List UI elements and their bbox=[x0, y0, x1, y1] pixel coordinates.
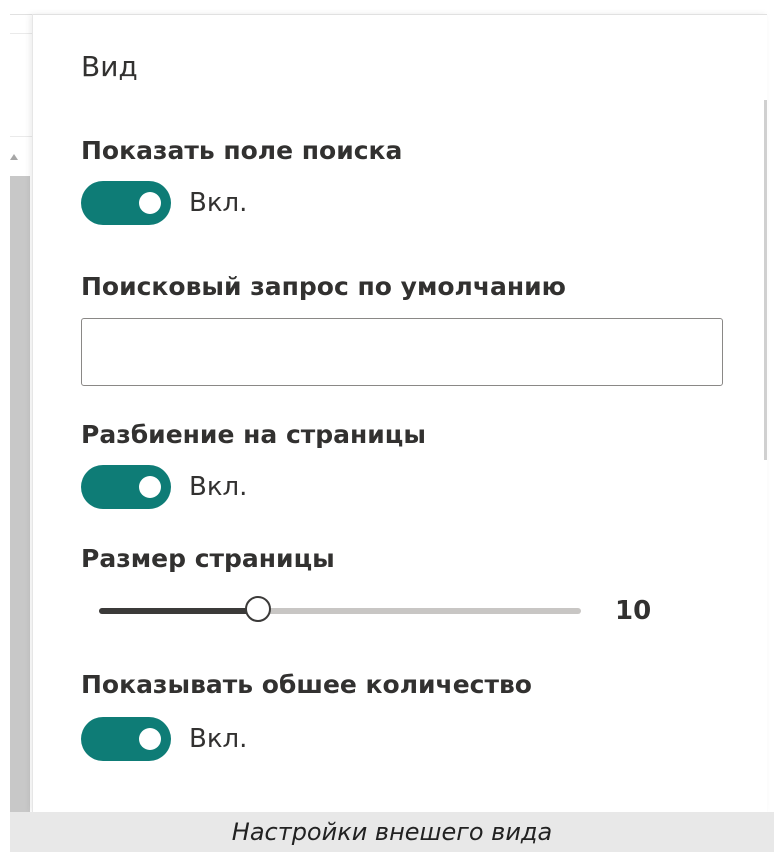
divider bbox=[10, 136, 32, 137]
page-size-slider[interactable] bbox=[99, 596, 581, 626]
show-total-toggle[interactable] bbox=[81, 717, 171, 761]
page-size-value: 10 bbox=[615, 596, 652, 626]
show-total-row: Вкл. bbox=[81, 716, 247, 762]
show-total-label: Показывать обшее количество bbox=[81, 670, 532, 699]
show-search-box-row: Вкл. bbox=[81, 180, 247, 226]
default-query-input[interactable] bbox=[81, 318, 723, 386]
toggle-knob bbox=[139, 192, 161, 214]
toggle-knob bbox=[139, 728, 161, 750]
show-total-state: Вкл. bbox=[189, 724, 248, 754]
show-search-box-toggle[interactable] bbox=[81, 181, 171, 225]
divider bbox=[33, 14, 767, 15]
divider bbox=[10, 14, 32, 15]
slider-fill bbox=[99, 608, 258, 614]
paging-state: Вкл. bbox=[189, 472, 248, 502]
default-query-label: Поисковый запрос по умолчанию bbox=[81, 272, 566, 301]
page-size-label: Размер страницы bbox=[81, 544, 335, 573]
slider-thumb[interactable] bbox=[245, 596, 271, 622]
paging-row: Вкл. bbox=[81, 464, 247, 510]
background-scrollbar[interactable] bbox=[10, 176, 30, 812]
paging-label: Разбиение на страницы bbox=[81, 420, 426, 449]
panel-scrollbar[interactable] bbox=[764, 100, 767, 460]
figure-caption: Настройки внешего вида bbox=[10, 812, 774, 852]
screenshot-frame: Вид Показать поле поиска Вкл. Поисковый … bbox=[0, 0, 776, 852]
divider bbox=[10, 33, 32, 34]
scroll-up-arrow-icon[interactable] bbox=[10, 154, 18, 160]
paging-toggle[interactable] bbox=[81, 465, 171, 509]
show-search-box-label: Показать поле поиска bbox=[81, 136, 403, 165]
toggle-knob bbox=[139, 476, 161, 498]
panel-title: Вид bbox=[81, 50, 138, 83]
background-page bbox=[0, 0, 32, 812]
settings-panel: Вид Показать поле поиска Вкл. Поисковый … bbox=[32, 14, 767, 812]
show-search-box-state: Вкл. bbox=[189, 188, 248, 218]
